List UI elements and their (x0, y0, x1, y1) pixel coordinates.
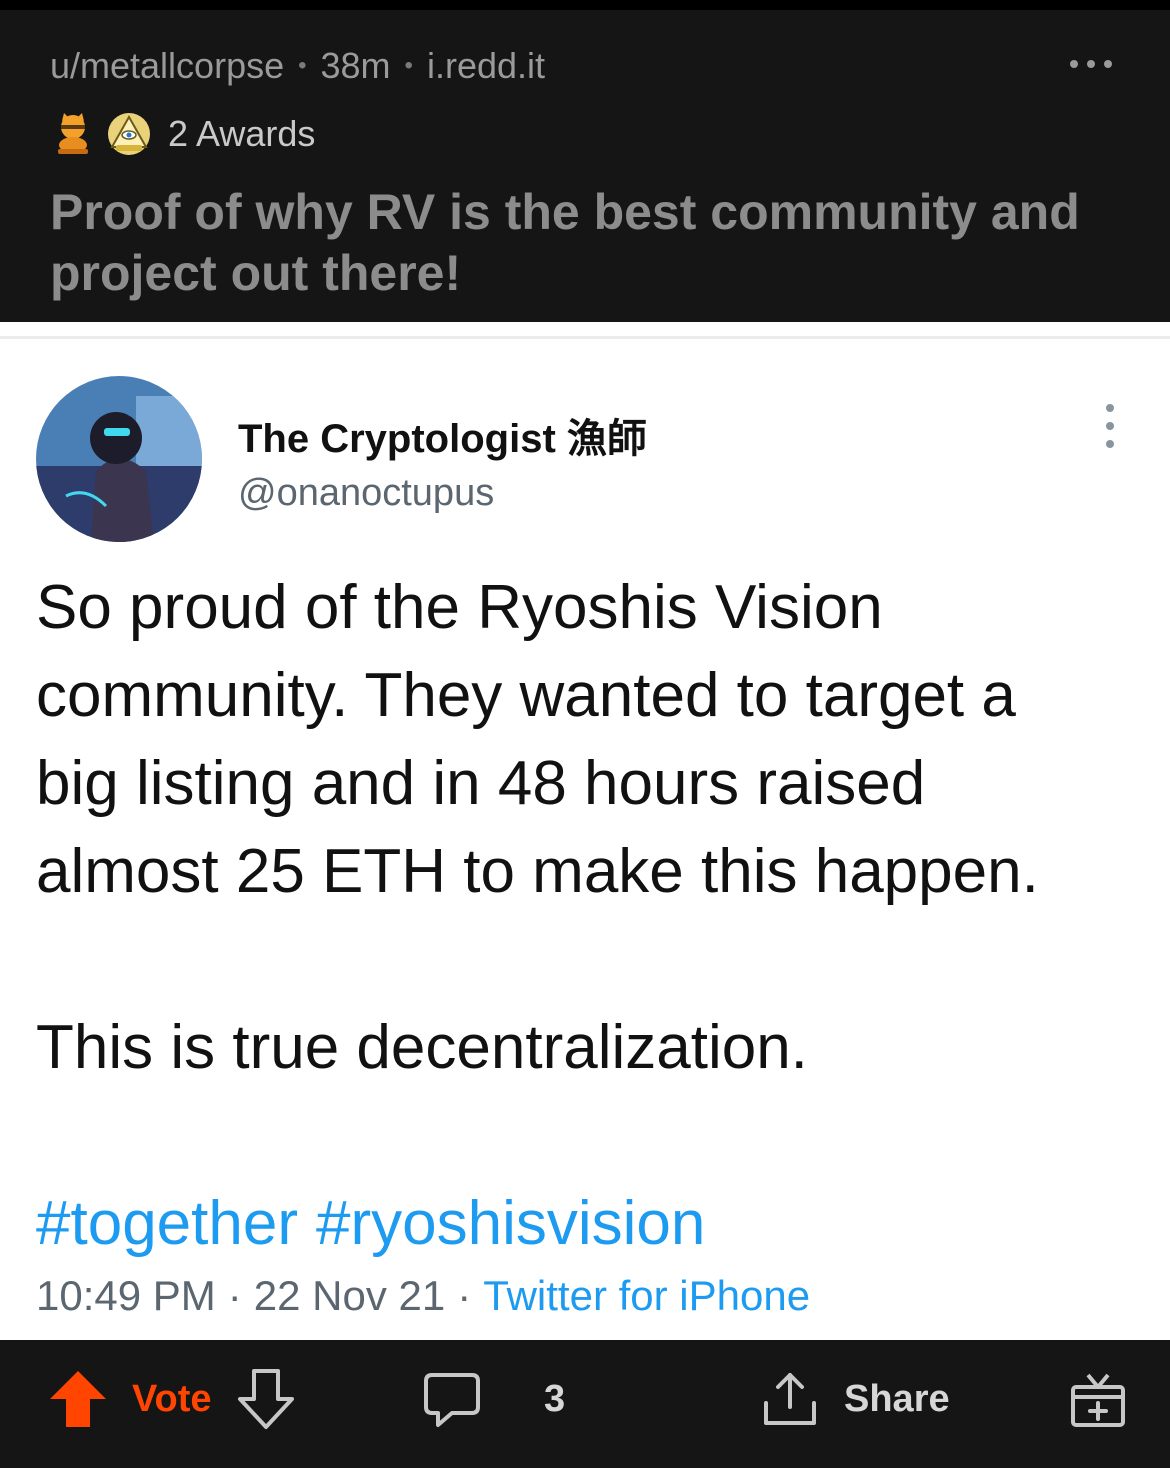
upvote-arrow-icon (50, 1371, 106, 1427)
awards-row[interactable]: 2 Awards (50, 108, 315, 160)
hashtag: #ryoshisvision (316, 1189, 706, 1258)
downvote-arrow-icon (238, 1369, 294, 1429)
tweet-line: almost 25 ETH to make this happen. (36, 837, 1039, 906)
avatar (36, 376, 202, 542)
tweet-source: Twitter for iPhone (483, 1272, 811, 1319)
share-button[interactable]: Share (760, 1340, 950, 1458)
upvote-button[interactable] (48, 1340, 108, 1458)
meta-separator: · (457, 1272, 472, 1319)
meta-separator: • (298, 52, 307, 79)
vote-label: Vote (132, 1377, 212, 1420)
tweet-line: community. They wanted to target a (36, 661, 1016, 730)
tweet-date: 22 Nov 21 (253, 1272, 446, 1319)
post-age: 38m (320, 45, 391, 86)
hashtag: #together (36, 1189, 298, 1258)
share-icon (764, 1373, 816, 1425)
post-meta: u/metallcorpse • 38m • i.redd.it (50, 44, 545, 88)
post-author-link[interactable]: u/metallcorpse (50, 45, 284, 87)
meta-separator: • (404, 52, 413, 79)
tweet-line: So proud of the Ryoshis Vision (36, 573, 883, 642)
awards-count-label: 2 Awards (168, 113, 316, 154)
downvote-button[interactable] (236, 1340, 296, 1458)
gift-award-icon (1071, 1373, 1125, 1427)
meta-separator: · (227, 1272, 242, 1319)
comment-count-container: 3 (544, 1340, 565, 1458)
action-bar: Vote 3 Share (0, 1340, 1170, 1468)
post-domain-link[interactable]: i.redd.it (427, 45, 545, 87)
tweet-hashtags: #together #ryoshisvision (36, 1180, 1136, 1268)
more-options-icon[interactable] (1066, 46, 1116, 82)
tweet-more-icon (1100, 404, 1120, 448)
comment-icon (424, 1373, 480, 1427)
post-header: u/metallcorpse • 38m • i.redd.it 2 Award… (0, 10, 1170, 322)
tweet-second-paragraph: This is true decentralization. (36, 1013, 808, 1082)
tweet-line: big listing and in 48 hours raised (36, 749, 926, 818)
post-title[interactable]: Proof of why RV is the best community an… (50, 182, 1130, 304)
tweet-body: So proud of the Ryoshis Vision community… (36, 564, 1136, 1268)
tweet-author-handle: @onanoctupus (238, 472, 495, 514)
image-top-divider (0, 336, 1170, 339)
share-label: Share (844, 1377, 950, 1420)
give-award-button[interactable] (1068, 1340, 1128, 1458)
vote-label-container: Vote (132, 1340, 212, 1458)
award-illuminati-icon (108, 113, 150, 155)
post-image[interactable]: The Cryptologist 漁師 @onanoctupus So prou… (0, 322, 1170, 1340)
comments-button[interactable] (422, 1340, 482, 1458)
comment-count: 3 (544, 1377, 566, 1420)
tweet-author-name: The Cryptologist 漁師 (238, 417, 647, 461)
award-cat-icon (58, 113, 88, 154)
top-strip (0, 0, 1170, 10)
tweet-timestamp-row: 10:49 PM · 22 Nov 21 · Twitter for iPhone (36, 1272, 810, 1320)
tweet-time: 10:49 PM (36, 1272, 216, 1319)
